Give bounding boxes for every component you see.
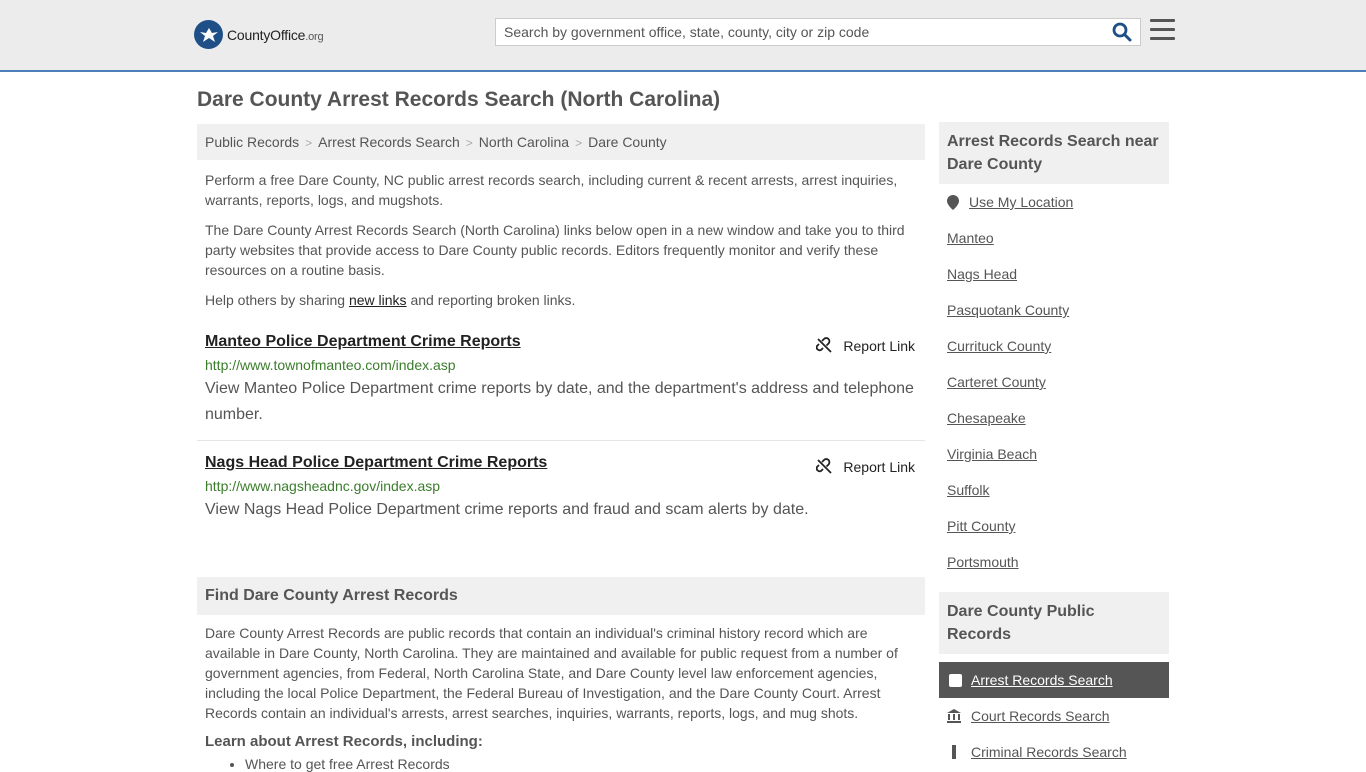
site-logo[interactable]: CountyOffice.org xyxy=(194,20,324,49)
chevron-right-icon: > xyxy=(575,136,583,150)
nearby-link-pasquotank-county[interactable]: Pasquotank County xyxy=(947,302,1161,338)
use-my-location-link[interactable]: Use My Location xyxy=(947,194,1161,230)
checkbox-icon xyxy=(949,673,962,687)
main-content: Public Records > Arrest Records Search > Nor… xyxy=(197,124,925,772)
hamburger-menu-icon[interactable] xyxy=(1150,19,1175,41)
intro-paragraph-1: Perform a free Dare County, NC public ar… xyxy=(205,172,898,208)
logo-text: CountyOffice.org xyxy=(227,26,324,43)
public-records-section-title: Dare County Public Records xyxy=(939,592,1169,654)
intro-paragraph-2: The Dare County Arrest Records Search (N… xyxy=(205,222,905,278)
breadcrumb-dare-county[interactable]: Dare County xyxy=(588,134,667,150)
top-bar: CountyOffice.org xyxy=(0,0,1366,72)
report-link-button[interactable]: Report Link xyxy=(816,337,915,354)
breadcrumb-public-records[interactable]: Public Records xyxy=(205,134,299,150)
sidebar-item-court-records-search[interactable]: Court Records Search xyxy=(939,698,1169,734)
nearby-links: Use My Location Manteo Nags Head Pasquot… xyxy=(939,184,1169,590)
result-description: View Nags Head Police Department crime r… xyxy=(205,501,809,518)
nearby-link-manteo[interactable]: Manteo xyxy=(947,230,1161,266)
result-url: http://www.townofmanteo.com/index.asp xyxy=(205,357,456,373)
list-item: Where to get free Arrest Records xyxy=(245,756,925,772)
result-item: Manteo Police Department Crime Reports R… xyxy=(197,320,925,441)
nearby-link-chesapeake[interactable]: Chesapeake xyxy=(947,410,1161,446)
result-title-link[interactable]: Manteo Police Department Crime Reports xyxy=(205,333,521,351)
search-icon[interactable] xyxy=(1112,22,1134,44)
sidebar-item-criminal-records-search[interactable]: Criminal Records Search xyxy=(939,734,1169,770)
nearby-link-currituck-county[interactable]: Currituck County xyxy=(947,338,1161,374)
chevron-right-icon: > xyxy=(465,136,473,150)
result-description: View Manteo Police Department crime repo… xyxy=(205,380,914,423)
broken-link-icon xyxy=(816,337,833,353)
result-url: http://www.nagsheadnc.gov/index.asp xyxy=(205,478,441,494)
breadcrumb-arrest-records-search[interactable]: Arrest Records Search xyxy=(318,134,460,150)
breadcrumb: Public Records > Arrest Records Search > Nor… xyxy=(197,124,925,160)
broken-link-icon xyxy=(816,458,833,474)
find-section-body: Dare County Arrest Records are public re… xyxy=(205,625,898,721)
courthouse-icon xyxy=(947,709,961,723)
intro-text: Perform a free Dare County, NC public ar… xyxy=(197,170,925,310)
nearby-link-virginia-beach[interactable]: Virginia Beach xyxy=(947,446,1161,482)
nearby-link-nags-head[interactable]: Nags Head xyxy=(947,266,1161,302)
learn-list: Where to get free Arrest Records xyxy=(197,750,925,772)
find-section-title: Find Dare County Arrest Records xyxy=(197,577,925,615)
logo-eagle-icon xyxy=(194,20,223,49)
learn-title: Learn about Arrest Records, including: xyxy=(205,733,483,750)
nearby-section-title: Arrest Records Search near Dare County xyxy=(939,122,1169,184)
chevron-right-icon: > xyxy=(305,136,313,150)
nearby-link-carteret-county[interactable]: Carteret County xyxy=(947,374,1161,410)
sidebar-item-arrest-records-search[interactable]: Arrest Records Search xyxy=(939,662,1169,698)
search-bar xyxy=(495,18,1141,46)
breadcrumb-north-carolina[interactable]: North Carolina xyxy=(479,134,569,150)
nearby-link-suffolk[interactable]: Suffolk xyxy=(947,482,1161,518)
result-title-link[interactable]: Nags Head Police Department Crime Report… xyxy=(205,454,547,472)
new-links-link[interactable]: new links xyxy=(349,292,407,308)
result-item: Nags Head Police Department Crime Report… xyxy=(197,441,925,535)
nearby-link-portsmouth[interactable]: Portsmouth xyxy=(947,554,1161,590)
map-pin-icon xyxy=(947,195,959,210)
nearby-link-pitt-county[interactable]: Pitt County xyxy=(947,518,1161,554)
report-link-button[interactable]: Report Link xyxy=(816,458,915,475)
sidebar: Arrest Records Search near Dare County U… xyxy=(939,122,1169,770)
intro-paragraph-3: Help others by sharing new links and rep… xyxy=(205,292,576,308)
page-title: Dare County Arrest Records Search (North… xyxy=(197,88,721,111)
search-input[interactable] xyxy=(496,19,1096,45)
criminal-icon xyxy=(952,745,956,759)
